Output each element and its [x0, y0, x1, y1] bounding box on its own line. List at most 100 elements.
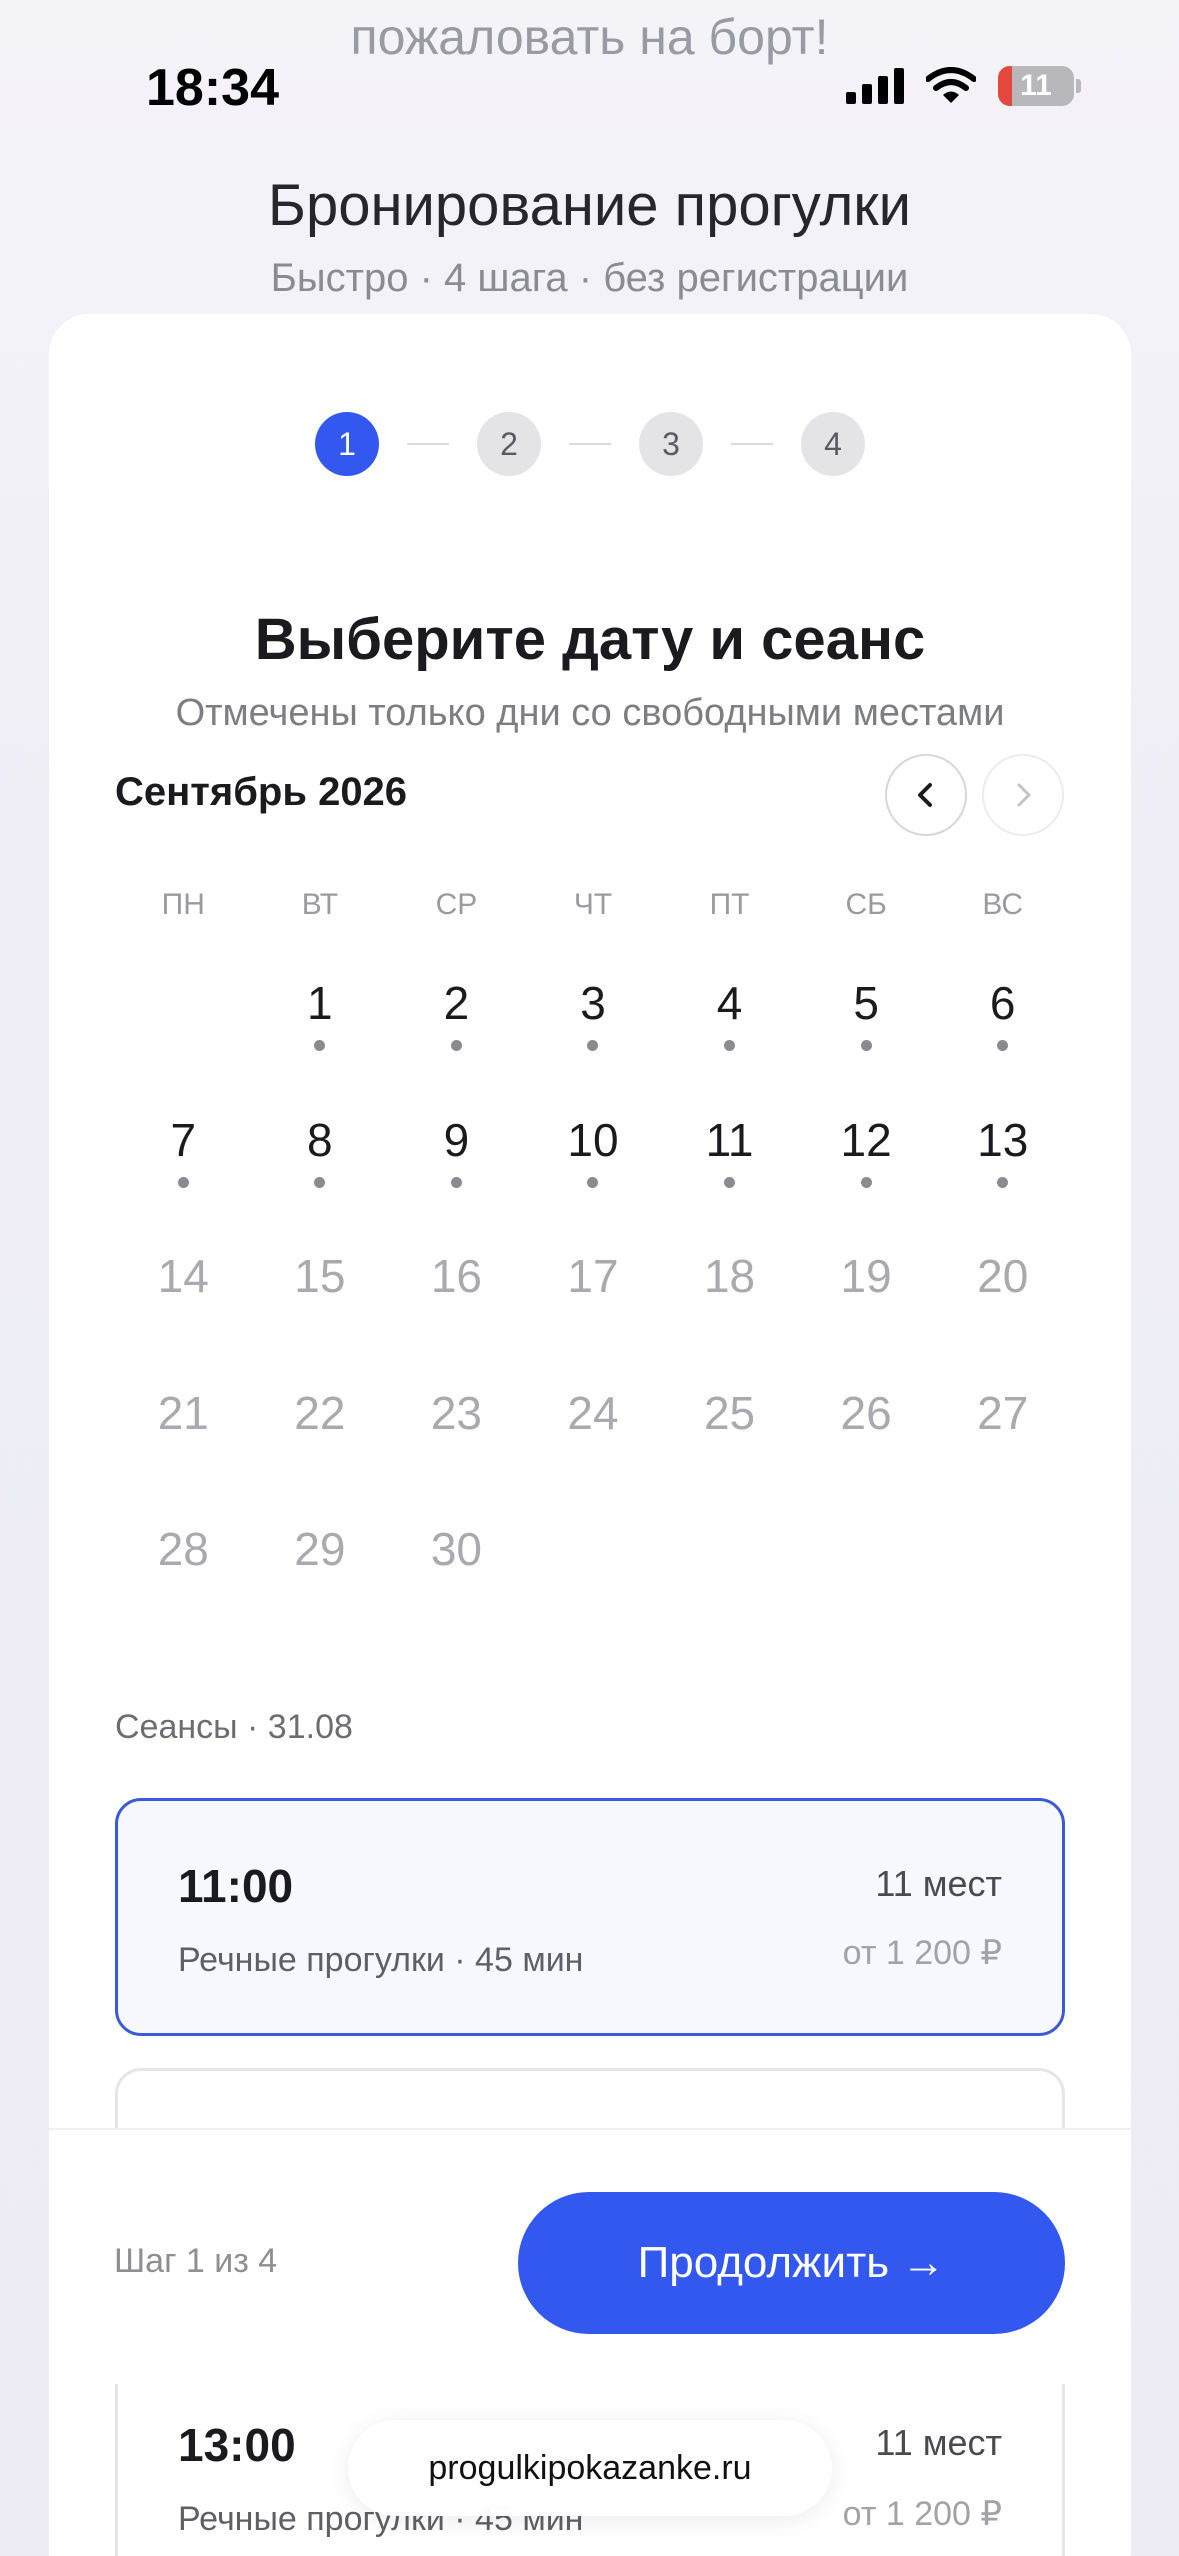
- page-subtitle: Быстро · 4 шага · без регистрации: [270, 256, 909, 300]
- prev-month-button[interactable]: [885, 754, 967, 836]
- battery-level: 11: [1020, 69, 1052, 102]
- cellular-signal-icon: [846, 68, 904, 104]
- calendar-day-number: 28: [157, 1523, 209, 1575]
- calendar-day-number: 26: [840, 1386, 892, 1439]
- weekday-label: ПТ: [709, 888, 750, 921]
- availability-dot: [860, 1176, 872, 1188]
- step-counter: Шаг 1 из 4: [114, 2242, 278, 2280]
- footer-divider: [49, 2128, 1131, 2130]
- calendar-day-unavailable: 20: [934, 1247, 1071, 1384]
- weekday-label: ПН: [161, 888, 205, 921]
- calendar-day-available[interactable]: 12: [798, 1111, 935, 1248]
- chevron-left-icon: [918, 783, 932, 807]
- calendar-day-available[interactable]: 3: [525, 974, 662, 1111]
- calendar-day-number: 19: [840, 1250, 892, 1302]
- calendar-day-unavailable: 22: [252, 1384, 389, 1521]
- session-seats: 11 мест: [875, 2422, 1002, 2463]
- calendar-day-number: 21: [157, 1386, 209, 1439]
- calendar-day-unavailable: 21: [115, 1384, 252, 1521]
- calendar-day-available[interactable]: 13: [934, 1111, 1071, 1248]
- calendar-day-unavailable: 15: [252, 1247, 389, 1384]
- calendar-day-number: 18: [703, 1250, 756, 1302]
- weekday-label: СБ: [845, 888, 887, 921]
- page-title: Бронирование прогулки: [267, 173, 912, 238]
- calendar-day-number: 6: [989, 977, 1016, 1029]
- status-time: 18:34: [146, 59, 279, 117]
- calendar-day-number: 2: [443, 977, 470, 1029]
- calendar-day-unavailable: 16: [388, 1247, 525, 1384]
- session-price: от 1 200 ₽: [842, 1934, 1002, 1972]
- battery-icon: 11: [998, 66, 1074, 106]
- calendar-day-unavailable: 25: [661, 1384, 798, 1521]
- availability-dot: [724, 1176, 736, 1188]
- session-card-partial[interactable]: [115, 2068, 1065, 2130]
- calendar-day-number: 13: [977, 1113, 1029, 1166]
- availability-dot: [314, 1176, 326, 1188]
- month-label: Сентябрь 2026: [115, 770, 408, 814]
- calendar-day-number: 15: [294, 1250, 346, 1302]
- calendar-day-number: 30: [430, 1523, 482, 1575]
- weekday-header: ПН ВТ СР ЧТ ПТ СБ ВС: [115, 888, 1071, 922]
- calendar-day-number: 17: [567, 1250, 619, 1302]
- session-time: 11:00: [178, 1860, 294, 1912]
- calendar-day-number: 3: [580, 977, 606, 1029]
- browser-url-bar[interactable]: progulkipokazanke.ru: [348, 2420, 832, 2516]
- calendar-day-available[interactable]: 5: [798, 974, 935, 1111]
- calendar-day-available[interactable]: 1: [252, 974, 389, 1111]
- step-3: 3: [639, 412, 703, 476]
- status-icons: 11: [846, 66, 1081, 106]
- calendar-day-number: 8: [307, 1113, 333, 1166]
- next-month-button[interactable]: [982, 754, 1064, 836]
- calendar-day-number: 4: [716, 977, 743, 1029]
- continue-button[interactable]: Продолжить →: [518, 2192, 1065, 2334]
- step-connector: [731, 443, 773, 445]
- calendar-day-available[interactable]: 10: [525, 1111, 662, 1248]
- calendar-day-available[interactable]: 6: [934, 974, 1071, 1111]
- session-description: Речные прогулки · 45 мин: [178, 1941, 584, 1979]
- calendar-day-number: 16: [430, 1250, 482, 1302]
- session-card-selected[interactable]: 11:00 Речные прогулки · 45 мин 11 мест о…: [115, 1798, 1065, 2036]
- calendar-day-unavailable: 27: [934, 1384, 1071, 1521]
- calendar-day-number: 1: [307, 977, 333, 1029]
- battery-tip: [1076, 79, 1081, 93]
- calendar-day-available[interactable]: 8: [252, 1111, 389, 1248]
- step-connector: [569, 443, 611, 445]
- calendar-day-unavailable: 24: [525, 1384, 662, 1521]
- calendar-day-number: 14: [157, 1250, 209, 1302]
- calendar-day-unavailable: 30: [388, 1520, 525, 1657]
- calendar-day-number: 25: [703, 1386, 756, 1439]
- weekday-label: СР: [435, 888, 478, 921]
- calendar-day-unavailable: 29: [252, 1520, 389, 1657]
- section-title: Выберите дату и сеанс: [254, 607, 926, 672]
- chevron-right-icon: [1017, 783, 1031, 807]
- availability-dot: [860, 1040, 872, 1051]
- availability-dot: [450, 1040, 462, 1051]
- availability-dot: [450, 1176, 462, 1188]
- stepper: 1 2 3 4: [49, 412, 1131, 476]
- step-connector: [407, 443, 449, 445]
- calendar-day-number: 12: [840, 1113, 892, 1166]
- availability-dot: [724, 1040, 736, 1051]
- calendar-day-number: 29: [294, 1523, 346, 1575]
- weekday-label: ЧТ: [573, 888, 613, 921]
- calendar-day-unavailable: 14: [115, 1247, 252, 1384]
- wifi-icon: [926, 67, 976, 103]
- calendar-day-available[interactable]: 9: [388, 1111, 525, 1248]
- calendar-day-unavailable: 17: [525, 1247, 662, 1384]
- weekday-label: ВС: [982, 888, 1024, 921]
- section-hint: Отмечены только дни со свободными местам…: [175, 692, 1005, 734]
- calendar-day-available[interactable]: 11: [661, 1111, 798, 1248]
- calendar-day-number: 5: [853, 977, 879, 1029]
- calendar-day-available[interactable]: 7: [115, 1111, 252, 1248]
- calendar-day-available[interactable]: 2: [388, 974, 525, 1111]
- calendar-day-number: 20: [977, 1250, 1029, 1302]
- calendar-day-unavailable: 23: [388, 1384, 525, 1521]
- calendar-day-available[interactable]: 4: [661, 974, 798, 1111]
- calendar-day-number: 7: [170, 1113, 197, 1166]
- calendar-day-number: 27: [977, 1386, 1029, 1439]
- availability-dot: [997, 1040, 1009, 1051]
- calendar-day-number: 9: [443, 1113, 470, 1166]
- weekday-label: ВТ: [301, 888, 339, 921]
- session-seats: 11 мест: [875, 1863, 1002, 1904]
- calendar-blank-cell: [115, 974, 252, 1111]
